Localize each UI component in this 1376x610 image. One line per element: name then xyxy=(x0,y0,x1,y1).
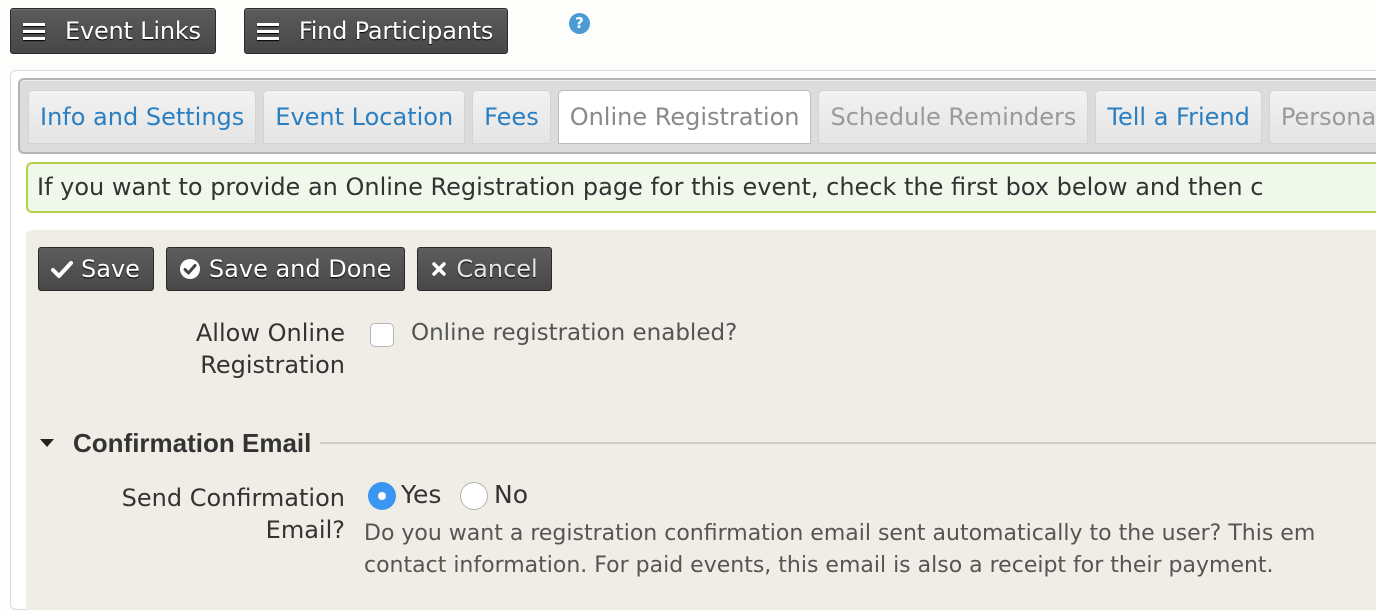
online-registration-checkbox-label[interactable]: Online registration enabled? xyxy=(411,320,737,346)
send-confirmation-email-label: Send Confirmation Email? xyxy=(60,482,345,546)
checkmark-icon xyxy=(51,260,73,278)
tab-schedule-reminders[interactable]: Schedule Reminders xyxy=(818,90,1089,144)
confirmation-help-text: Do you want a registration confirmation … xyxy=(364,518,1376,582)
menu-icon xyxy=(256,22,279,40)
tab-online-registration[interactable]: Online Registration xyxy=(557,90,812,144)
tab-event-location[interactable]: Event Location xyxy=(263,90,466,144)
save-and-done-label: Save and Done xyxy=(208,255,392,283)
tab-personalize[interactable]: Persona xyxy=(1268,90,1376,144)
section-divider xyxy=(320,442,1376,444)
label-line: Allow Online xyxy=(195,319,345,347)
radio-yes[interactable] xyxy=(368,482,396,510)
tab-bar: Info and Settings Event Location Fees On… xyxy=(28,90,1376,144)
label-line: Send Confirmation xyxy=(121,484,345,512)
radio-no[interactable] xyxy=(460,482,488,510)
radio-no-label[interactable]: No xyxy=(494,480,528,509)
label-line: Email? xyxy=(265,516,345,544)
section-title: Confirmation Email xyxy=(73,427,312,458)
allow-online-registration-label: Allow Online Registration xyxy=(140,317,345,381)
tab-fees[interactable]: Fees xyxy=(472,90,551,144)
help-line: contact information. For paid events, th… xyxy=(364,553,1274,578)
event-links-label: Event Links xyxy=(65,17,201,45)
info-message: If you want to provide an Online Registr… xyxy=(26,162,1376,213)
save-and-done-button[interactable]: Save and Done xyxy=(165,247,406,291)
help-line: Do you want a registration confirmation … xyxy=(364,521,1316,546)
radio-yes-label[interactable]: Yes xyxy=(401,480,441,509)
online-registration-checkbox[interactable] xyxy=(370,323,394,347)
top-toolbar: Event Links Find Participants xyxy=(10,8,509,54)
cancel-label: Cancel xyxy=(456,255,538,283)
find-participants-label: Find Participants xyxy=(298,17,494,45)
menu-icon xyxy=(23,22,45,40)
close-icon xyxy=(430,260,448,278)
tab-tell-a-friend[interactable]: Tell a Friend xyxy=(1095,90,1262,144)
cancel-button[interactable]: Cancel xyxy=(417,247,552,291)
help-icon[interactable]: ? xyxy=(569,13,590,34)
caret-down-icon xyxy=(40,439,54,447)
event-links-button[interactable]: Event Links xyxy=(10,8,216,54)
find-participants-button[interactable]: Find Participants xyxy=(243,8,509,54)
confirmation-email-section-header[interactable]: Confirmation Email xyxy=(38,425,1376,461)
label-line: Registration xyxy=(200,351,345,379)
action-buttons: Save Save and Done Cancel xyxy=(38,247,564,291)
save-button[interactable]: Save xyxy=(38,247,154,291)
check-circle-icon xyxy=(179,258,201,280)
tab-info-and-settings[interactable]: Info and Settings xyxy=(28,90,257,144)
save-label: Save xyxy=(81,255,140,283)
